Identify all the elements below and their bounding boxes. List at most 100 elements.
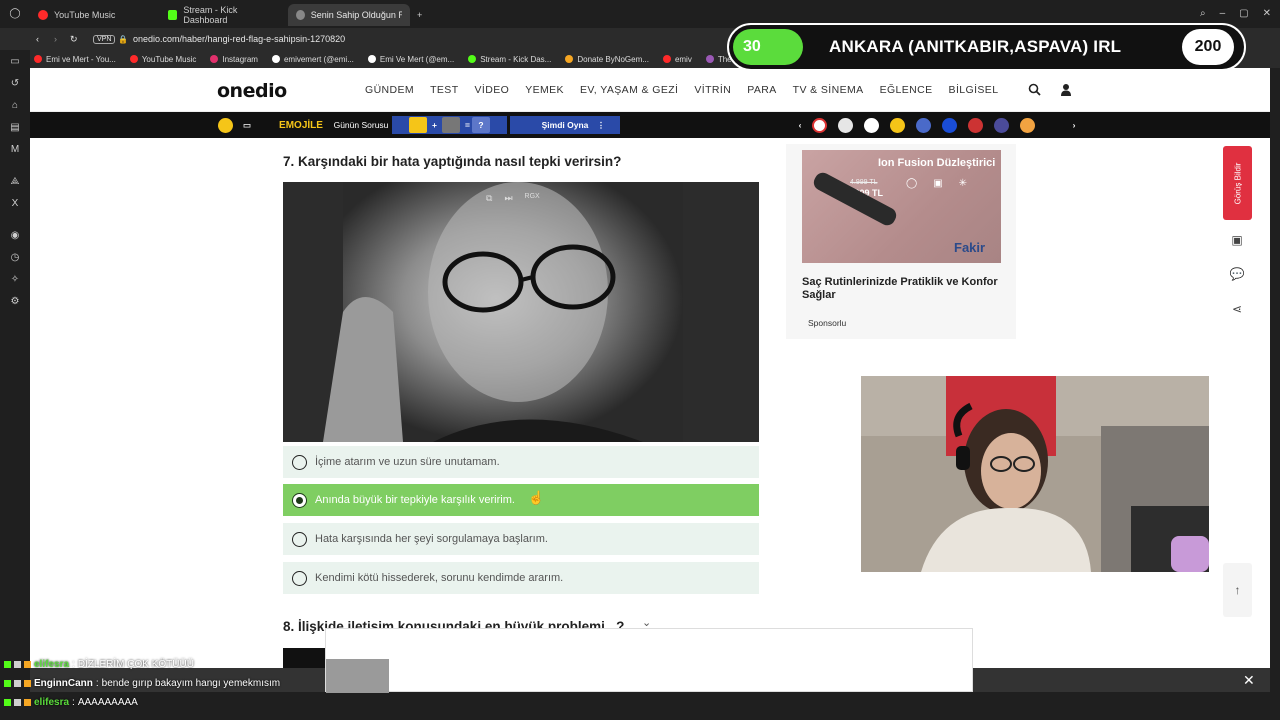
wallet-icon[interactable]: ▤ xyxy=(9,122,21,134)
gunun-sorusu-label[interactable]: Günün Sorusu xyxy=(333,116,389,134)
browser-sidebar: ▭ ↺ ⌂ ▤ M ⟁ X ◉ ◷ ✧ ⚙ xyxy=(0,50,30,660)
channel-logo-icon[interactable] xyxy=(838,118,853,133)
search-icon[interactable] xyxy=(1028,83,1041,99)
ad-title[interactable]: Saç Rutinlerinizde Pratiklik ve Konfor S… xyxy=(802,276,1001,302)
radio-button[interactable] xyxy=(292,454,307,470)
answer-option-selected[interactable]: Anında büyük bir tepkiyle karşılık verir… xyxy=(283,484,759,516)
chat-badge-icon xyxy=(14,699,21,706)
extensions-icon[interactable]: ✧ xyxy=(9,274,21,286)
browser-menu-icon[interactable]: ◯ xyxy=(9,8,21,20)
chat-badge-icon xyxy=(24,699,31,706)
back-icon[interactable]: ‹ xyxy=(36,34,39,44)
right-counter-badge: 200 xyxy=(1182,29,1234,65)
sponsored-ad[interactable]: Ion Fusion Düzleştirici 4.999 TL 2.209 T… xyxy=(786,144,1016,339)
nav-item[interactable]: EV, YAŞAM & GEZİ xyxy=(580,84,678,96)
minimize-icon[interactable]: – xyxy=(1220,8,1226,19)
channel-logo-icon[interactable] xyxy=(968,118,983,133)
chat-text: bende gırıp bakayım hangı yemekmısım xyxy=(101,678,281,689)
answer-option[interactable]: Kendimi kötü hissederek, sorunu kendimde… xyxy=(283,562,759,594)
game-icon[interactable]: ▭ xyxy=(240,116,254,134)
close-window-icon[interactable]: ✕ xyxy=(1263,8,1271,19)
maximize-icon[interactable]: ▢ xyxy=(1239,8,1248,19)
briefcase-icon[interactable]: ⌂ xyxy=(9,100,21,112)
feedback-button[interactable]: Görüş Bildir xyxy=(1223,146,1252,220)
bookmark-item[interactable]: Emi Ve Mert (@em... xyxy=(367,54,455,64)
chat-badge-icon xyxy=(24,661,31,668)
site-header: onedio GÜNDEM TEST VİDEO YEMEK EV, YAŞAM & G… xyxy=(30,68,1270,112)
messenger-icon[interactable]: ▭ xyxy=(9,56,21,68)
bookmark-item[interactable]: Instagram xyxy=(210,55,258,64)
bookmark-icon[interactable]: ▣ xyxy=(1226,229,1248,251)
tab-kick-dashboard[interactable]: Stream - Kick Dashboard xyxy=(160,4,286,26)
bookmark-label: Emi Ve Mert (@em... xyxy=(379,54,455,64)
url-field[interactable]: onedio.com/haber/hangi-red-flag-e-sahips… xyxy=(133,34,345,44)
nav-item[interactable]: YEMEK xyxy=(525,84,564,96)
ai-icon[interactable]: ⟁ xyxy=(9,176,21,188)
history-icon[interactable]: ↺ xyxy=(9,78,21,90)
search-tabs-icon[interactable]: ⌕ xyxy=(1200,8,1206,19)
nav-item[interactable]: PARA xyxy=(747,84,776,96)
bottom-ad-banner[interactable] xyxy=(325,628,973,693)
channel-logo-icon[interactable] xyxy=(864,118,879,133)
bookmark-favicon-icon xyxy=(34,55,42,63)
quiz-promo-strip[interactable]: + = ? xyxy=(392,116,507,134)
bookmark-favicon-icon xyxy=(662,55,671,63)
more-dots-icon[interactable]: ⋮ xyxy=(596,116,606,134)
bookmark-favicon-icon xyxy=(367,55,376,63)
channel-logo-icon[interactable] xyxy=(994,118,1009,133)
share-icon[interactable]: ⋖ xyxy=(1226,298,1248,320)
tab-youtube-music[interactable]: YouTube Music xyxy=(30,4,158,26)
stream-title-overlay: 30 ANKARA (ANITKABIR,ASPAVA) IRL 200 xyxy=(727,23,1246,71)
reload-icon[interactable]: ↻ xyxy=(70,34,78,45)
radio-button[interactable] xyxy=(292,531,307,547)
onedio-logo[interactable]: onedio xyxy=(217,80,287,102)
bookmark-item[interactable]: Stream - Kick Das... xyxy=(468,55,551,64)
chat-separator: : xyxy=(95,678,99,689)
bookmark-item[interactable]: emivemert (@emi... xyxy=(271,55,354,64)
nav-item[interactable]: TEST xyxy=(430,84,458,96)
nav-item[interactable]: GÜNDEM xyxy=(365,84,414,96)
nav-item[interactable]: VİDEO xyxy=(475,84,510,96)
answer-option[interactable]: İçime atarım ve uzun süre unutamam. xyxy=(283,446,759,478)
carousel-prev-icon[interactable]: ‹ xyxy=(794,116,806,134)
answer-option[interactable]: Hata karşısında her şeyi sorgulamaya baş… xyxy=(283,523,759,555)
radio-button-checked[interactable] xyxy=(292,492,307,508)
popout-icon[interactable]: ⧉ xyxy=(486,193,492,204)
nav-item[interactable]: BİLGİSEL xyxy=(949,84,999,96)
scroll-to-top-button[interactable]: ↑ xyxy=(1223,563,1252,617)
answer-label: Kendimi kötü hissederek, sorunu kendimde… xyxy=(315,572,564,584)
carousel-next-icon[interactable]: › xyxy=(1068,116,1080,134)
nav-item[interactable]: TV & SİNEMA xyxy=(793,84,864,96)
bookmark-item[interactable]: Donate ByNoGem... xyxy=(565,55,649,64)
tab-onedio[interactable]: Senin Sahip Olduğun Red xyxy=(288,4,410,26)
bookmark-item[interactable]: Emi ve Mert - You... xyxy=(34,55,116,64)
vpn-badge[interactable]: VPN xyxy=(93,34,116,44)
close-ad-icon[interactable]: ✕ xyxy=(1243,672,1255,689)
answer-label: Hata karşısında her şeyi sorgulamaya baş… xyxy=(315,533,548,545)
answer-label: Anında büyük bir tepkiyle karşılık verir… xyxy=(315,494,515,506)
mail-icon[interactable]: M xyxy=(9,144,21,156)
emoji-icon[interactable] xyxy=(218,118,233,133)
radio-button[interactable] xyxy=(292,570,307,586)
nav-item[interactable]: VİTRİN xyxy=(694,84,731,96)
settings-gear-icon[interactable]: ⚙ xyxy=(9,296,21,308)
next-track-icon[interactable]: ⏭ xyxy=(504,193,512,204)
ad-image[interactable]: Ion Fusion Düzleştirici 4.999 TL 2.209 T… xyxy=(802,150,1001,263)
channel-logo-icon[interactable] xyxy=(916,118,931,133)
channel-logo-icon[interactable] xyxy=(1020,118,1035,133)
new-tab-button[interactable]: + xyxy=(412,4,432,26)
nav-item[interactable]: EĞLENCE xyxy=(880,84,933,96)
bookmark-item[interactable]: emiv xyxy=(662,55,692,64)
forward-icon[interactable]: › xyxy=(54,34,57,44)
channel-logo-icon[interactable] xyxy=(812,118,827,133)
clock-icon[interactable]: ◷ xyxy=(9,252,21,264)
music-icon[interactable]: ◉ xyxy=(9,230,21,242)
rgx-label[interactable]: RGX xyxy=(525,193,540,204)
bookmark-item[interactable]: YouTube Music xyxy=(129,55,196,64)
user-icon[interactable] xyxy=(1060,83,1072,99)
channel-logo-icon[interactable] xyxy=(890,118,905,133)
emojile-label[interactable]: EMOJİLE xyxy=(273,116,329,134)
x-icon[interactable]: X xyxy=(9,198,21,210)
channel-logo-icon[interactable] xyxy=(942,118,957,133)
comments-icon[interactable]: 💬 xyxy=(1226,263,1248,285)
